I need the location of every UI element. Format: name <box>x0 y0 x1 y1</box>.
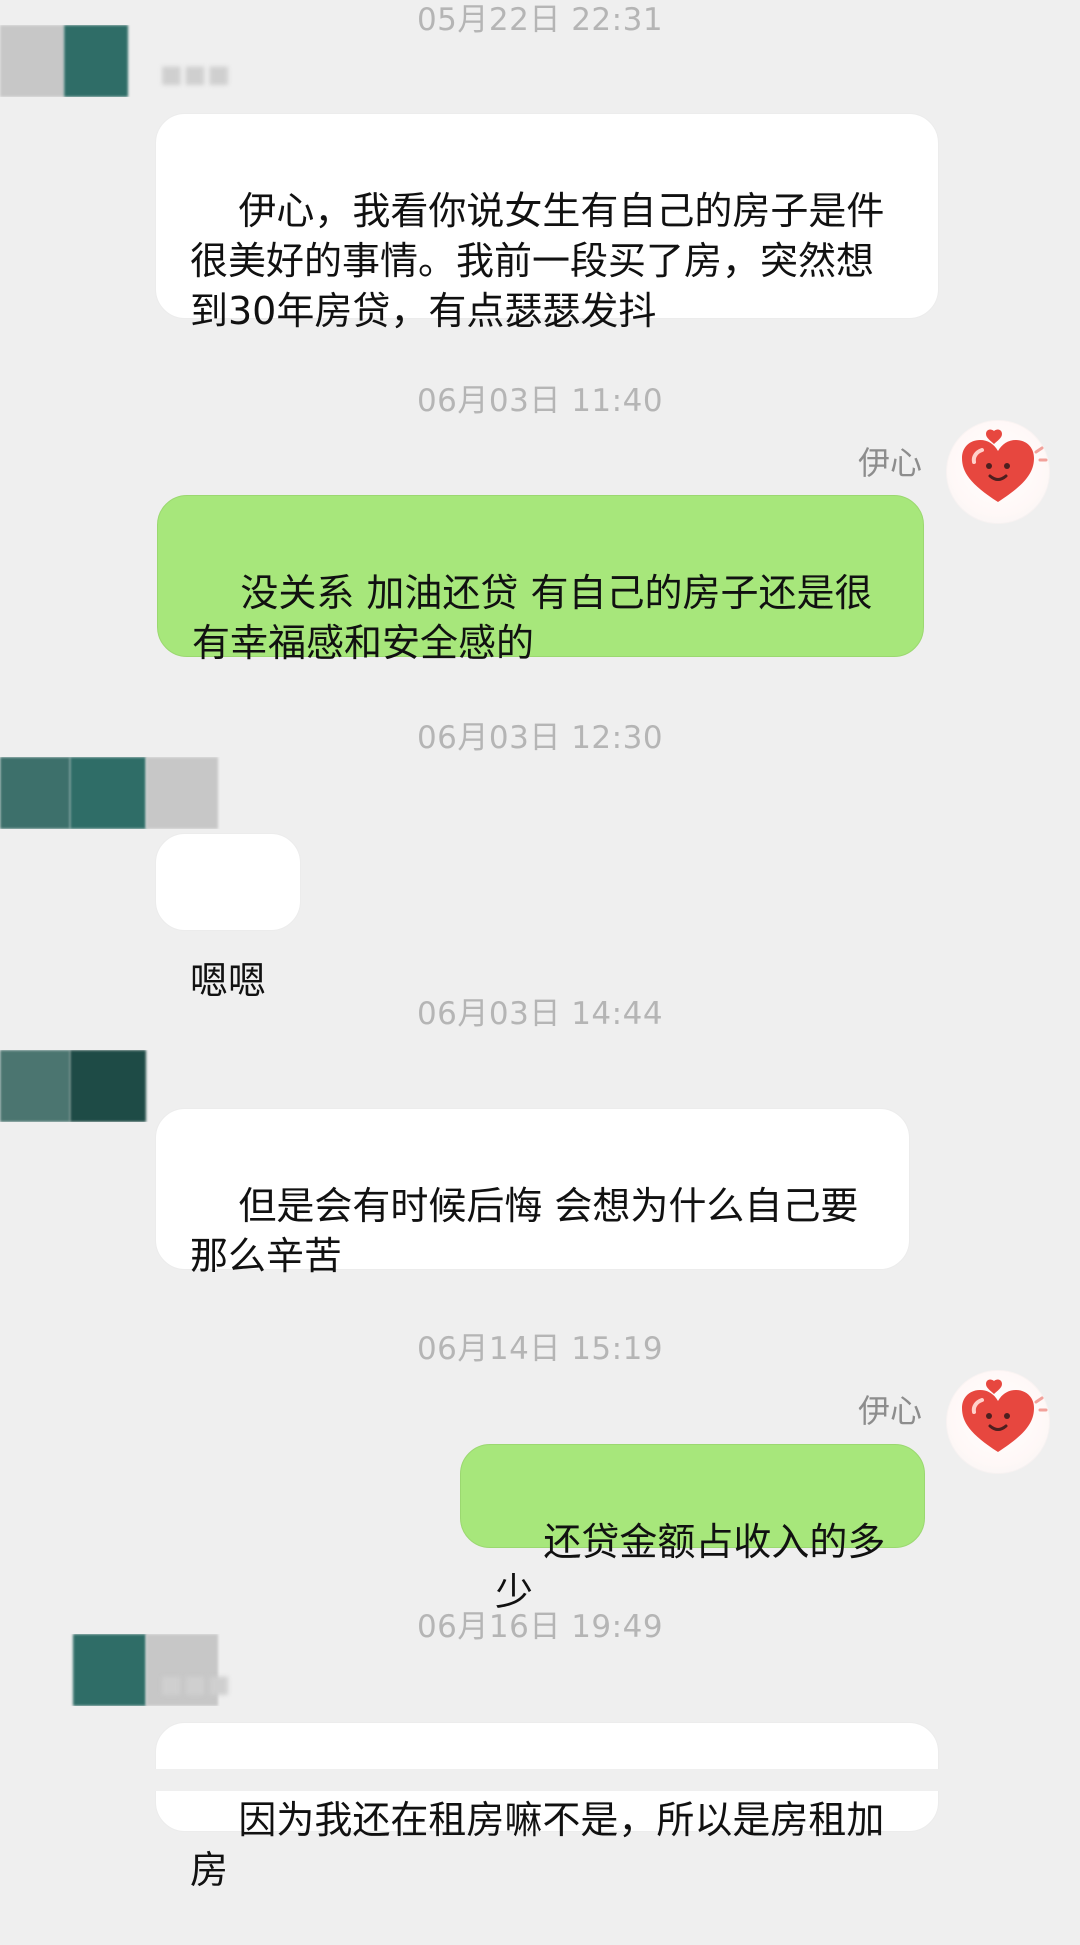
timestamp: 06月03日 12:30 <box>416 720 664 756</box>
sender-name-right: 伊心 <box>857 444 922 482</box>
sender-name-right: 伊心 <box>857 1392 922 1430</box>
timestamp: 06月03日 11:40 <box>416 383 664 419</box>
message-text: 伊心，我看你说女生有自己的房子是件很美好的事情。我前一段买了房，突然想到30年房… <box>190 189 885 333</box>
message-text: 因为我还在租房嘛不是，所以是房租加房 <box>190 1798 885 1892</box>
message-bubble-right[interactable]: 没关系 加油还贷 有自己的房子还是很有幸福感和安全感的 <box>157 495 924 665</box>
message-bubble-left[interactable]: 但是会有时候后悔 会想为什么自己要那么辛苦 <box>155 1108 910 1278</box>
message-bubble-left[interactable]: 伊心，我看你说女生有自己的房子是件很美好的事情。我前一段买了房，突然想到30年房… <box>155 113 939 333</box>
message-bubble-left[interactable]: 嗯嗯 <box>155 833 301 1003</box>
sender-name-blurred: ■■■ <box>160 1670 232 1698</box>
message-bubble-right[interactable]: 还贷金额占收入的多少 <box>460 1444 925 1614</box>
message-text: 没关系 加油还贷 有自己的房子还是很有幸福感和安全感的 <box>192 571 873 665</box>
timestamp: 06月03日 14:44 <box>416 996 664 1032</box>
message-text: 但是会有时候后悔 会想为什么自己要那么辛苦 <box>190 1184 859 1278</box>
heart-icon <box>962 1379 1048 1452</box>
timestamp: 06月14日 15:19 <box>416 1331 664 1367</box>
heart-icon <box>962 429 1048 502</box>
heart-avatar-icon[interactable] <box>946 420 1050 524</box>
message-text: 还贷金额占收入的多少 <box>495 1520 886 1614</box>
screen-bottom-mask <box>0 1769 1080 1791</box>
heart-avatar-icon[interactable] <box>946 1370 1050 1474</box>
sender-name-blurred: ■■■ <box>160 60 232 88</box>
sender-avatar-blurred[interactable] <box>0 757 220 829</box>
chat-screen: 05月22日 22:31 ■■■ 伊心，我看你说女生有自己的房子是件很美好的事情… <box>0 0 1080 1892</box>
